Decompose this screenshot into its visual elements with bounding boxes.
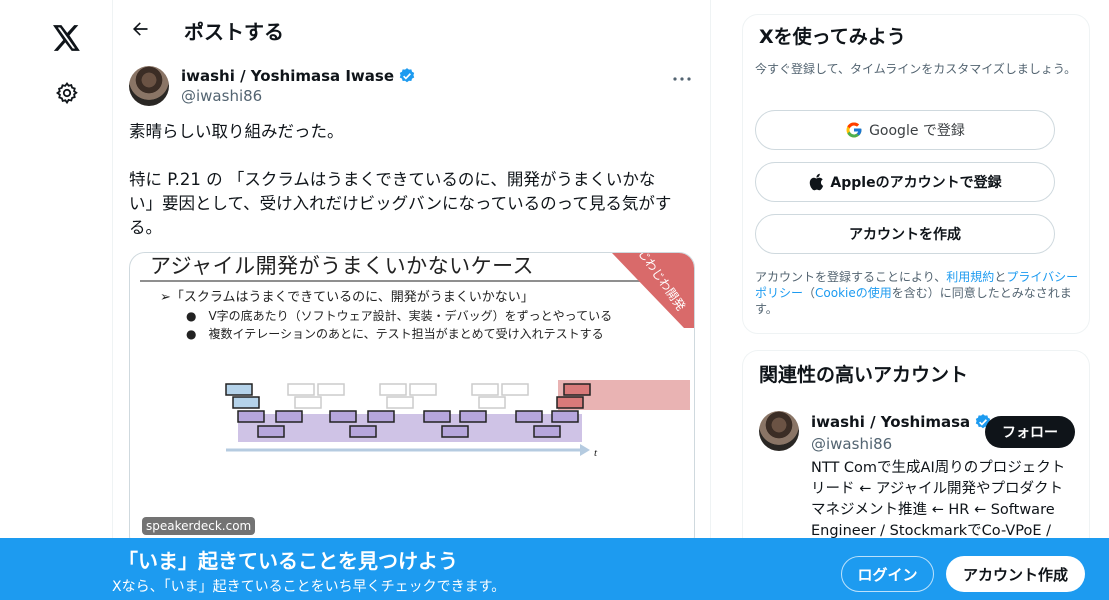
post-line: 特に P.21 の 「スクラムはうまくできているのに、開発がうまくいかな: [129, 170, 656, 189]
cookie-link[interactable]: Cookieの使用: [815, 286, 892, 300]
avatar[interactable]: [759, 411, 799, 451]
iteration-diagram: t: [225, 380, 690, 459]
legal-notice: アカウントを登録することにより、利用規約とプライバシーポリシー（Cookieの使…: [755, 269, 1085, 317]
create-account-button[interactable]: アカウントを作成: [755, 214, 1055, 254]
author-name[interactable]: iwashi / Yoshimasa Iwase: [181, 66, 416, 86]
create-account-label: アカウントを作成: [849, 227, 961, 243]
page-title: ポストする: [184, 20, 284, 44]
media-source-label: speakerdeck.com: [142, 517, 256, 535]
related-account-name-text: iwashi / Yoshimasa: [811, 413, 971, 431]
google-signup-button[interactable]: Google で登録: [755, 110, 1055, 150]
legal-text: と: [994, 270, 1007, 284]
signup-button[interactable]: アカウント作成: [946, 556, 1085, 592]
more-options-icon[interactable]: [667, 64, 697, 94]
avatar[interactable]: [129, 66, 169, 106]
slide-bullet: ● 複数イテレーションのあとに、テスト担当がまとめて受け入れテストする: [186, 327, 604, 341]
slide-divider: [140, 280, 684, 282]
legal-text: （: [803, 286, 816, 300]
banner-subtitle: Xなら、「いま」起きていることをいち早くチェックできます。: [112, 579, 506, 595]
verified-badge-icon: [399, 68, 415, 83]
terms-link[interactable]: 利用規約: [946, 270, 994, 284]
signup-card: Xを使ってみよう 今すぐ登録して、タイムラインをカスタマイズしましょう。 Goo…: [742, 14, 1090, 334]
login-button[interactable]: ログイン: [841, 556, 934, 592]
signup-subtitle: 今すぐ登録して、タイムラインをカスタマイズしましょう。: [755, 62, 1077, 76]
google-icon: [846, 122, 862, 138]
gear-icon[interactable]: [44, 70, 90, 116]
post-line: る。: [129, 218, 162, 237]
slide-bullet: ➢「スクラムはうまくできているのに、開発がうまくいかない」: [160, 290, 534, 305]
left-nav: [0, 0, 112, 600]
apple-signup-button[interactable]: Appleのアカウントで登録: [755, 162, 1055, 202]
post-media-image[interactable]: アジャイル開発がうまくいかないケース ➢「スクラムはうまくできているのに、開発が…: [129, 252, 695, 552]
related-account-bio: NTT Comで生成AI周りのプロジェクトリード ← アジャイル開発やプロダクト…: [811, 460, 1066, 539]
signup-title: Xを使ってみよう: [759, 26, 906, 48]
signup-banner: 「いま」起きていることを見つけよう Xなら、「いま」起きていることをいち早くチェ…: [0, 538, 1109, 600]
related-account-handle[interactable]: @iwashi86: [811, 434, 892, 454]
post-line: 素晴らしい取り組みだった。: [129, 122, 344, 141]
post-text: 素晴らしい取り組みだった。 特に P.21 の 「スクラムはうまくできているのに…: [129, 120, 694, 240]
banner-title: 「いま」起きていることを見つけよう: [118, 549, 458, 573]
arrow-left-icon[interactable]: [125, 14, 155, 44]
slide-bullet: ● V字の底あたり（ソフトウェア設計、実装・デバッグ）をずっとやっている: [186, 309, 613, 323]
post-author: iwashi / Yoshimasa Iwase @iwashi86: [129, 64, 697, 108]
axis-label: t: [594, 447, 598, 459]
slide-ribbon: じわじわ開発: [604, 253, 694, 328]
google-signup-label: Google で登録: [869, 123, 965, 139]
slide-title: アジャイル開発がうまくいかないケース: [150, 254, 535, 278]
related-title: 関連性の高いアカウント: [759, 364, 969, 386]
apple-signup-label: Appleのアカウントで登録: [830, 175, 1002, 191]
post-line: い」要因として、受け入れだけビッグバンになっているのって見る気がす: [129, 194, 672, 213]
follow-button[interactable]: フォロー: [985, 416, 1075, 448]
apple-icon: [810, 173, 824, 191]
author-handle[interactable]: @iwashi86: [181, 86, 262, 106]
post-header: ポストする: [113, 0, 710, 56]
legal-text: アカウントを登録することにより、: [755, 270, 947, 284]
main-column: ポストする iwashi / Yoshimasa Iwase @iwashi86…: [112, 0, 711, 600]
x-logo-icon[interactable]: [44, 15, 90, 61]
author-name-text: iwashi / Yoshimasa Iwase: [181, 67, 395, 85]
related-account-name[interactable]: iwashi / Yoshimasa: [811, 411, 992, 433]
